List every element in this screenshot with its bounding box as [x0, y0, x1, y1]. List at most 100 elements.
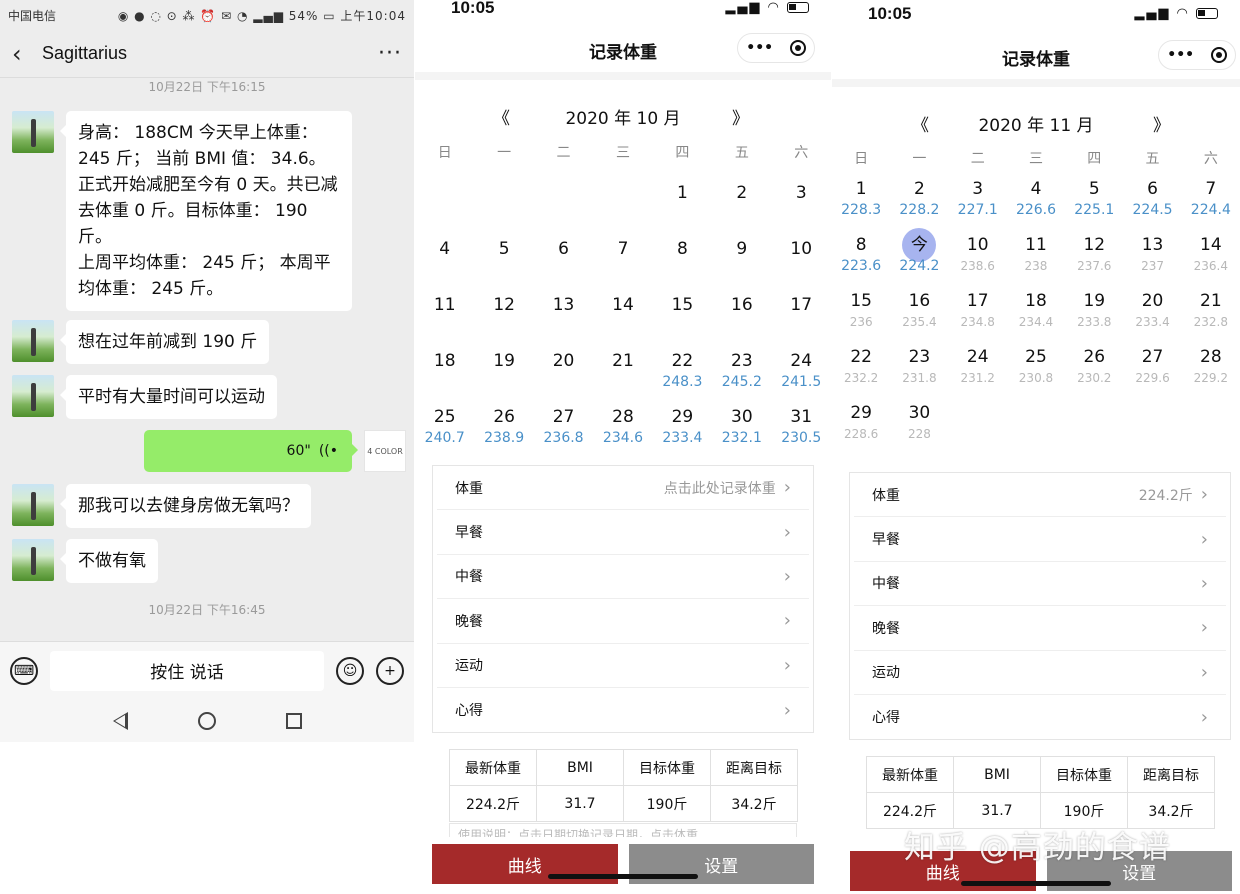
calendar-day[interactable]: 26 238.9	[474, 406, 533, 448]
calendar-day[interactable]: 27 229.6	[1123, 346, 1181, 388]
calendar-day[interactable]: 29 228.6	[832, 402, 890, 444]
calendar-day[interactable]: 22 232.2	[832, 346, 890, 388]
avatar[interactable]	[12, 484, 54, 526]
calendar-day[interactable]: 14	[593, 294, 652, 316]
calendar-day[interactable]: 24 231.2	[949, 346, 1007, 388]
calendar-day[interactable]: 23 231.8	[890, 346, 948, 388]
more-options-icon[interactable]: •••	[1167, 47, 1194, 63]
avatar[interactable]	[12, 539, 54, 581]
calendar-day[interactable]: 4	[415, 238, 474, 260]
calendar-day[interactable]: 12	[474, 294, 533, 316]
form-row[interactable]: 晚餐 ›	[437, 599, 809, 644]
calendar-day[interactable]: 18 234.4	[1007, 290, 1065, 332]
calendar-day[interactable]: 22 248.3	[653, 350, 712, 392]
calendar-day[interactable]: 4 226.6	[1007, 178, 1065, 220]
message-bubble[interactable]: 不做有氧	[60, 539, 158, 583]
next-month-button[interactable]: 》	[1153, 111, 1170, 136]
form-row[interactable]: 运动 ›	[854, 651, 1226, 695]
calendar-day[interactable]: 27 236.8	[534, 406, 593, 448]
calendar-day[interactable]: 1	[653, 182, 712, 204]
next-month-button[interactable]: 》	[732, 104, 749, 129]
calendar-day[interactable]: 10 238.6	[949, 234, 1007, 276]
close-miniprogram-icon[interactable]	[789, 40, 806, 56]
calendar-day-selected[interactable]: 今 224.2	[890, 228, 948, 276]
calendar-day[interactable]: 2	[712, 182, 771, 204]
message-bubble[interactable]: 身高： 188CM 今天早上体重： 245 斤； 当前 BMI 值： 34.6。…	[60, 111, 352, 311]
calendar-day[interactable]: 6 224.5	[1123, 178, 1181, 220]
calendar-day[interactable]: 13 237	[1123, 234, 1181, 276]
calendar-day[interactable]: 21 232.8	[1182, 290, 1240, 332]
calendar-day[interactable]: 5	[474, 238, 533, 260]
calendar-day[interactable]: 7	[593, 238, 652, 260]
form-row[interactable]: 心得 ›	[437, 688, 809, 732]
calendar-day[interactable]: 19	[474, 350, 533, 392]
calendar-day[interactable]: 11 238	[1007, 234, 1065, 276]
calendar-day[interactable]: 20 233.4	[1123, 290, 1181, 332]
calendar-day[interactable]: 16 235.4	[890, 290, 948, 332]
form-row[interactable]: 晚餐 ›	[854, 606, 1226, 651]
calendar-day[interactable]: 29 233.4	[653, 406, 712, 448]
nav-home-icon[interactable]	[197, 711, 216, 730]
prev-month-button[interactable]: 《	[493, 104, 510, 129]
calendar-day[interactable]: 24 241.5	[772, 350, 831, 392]
calendar-day[interactable]: 5 225.1	[1065, 178, 1123, 220]
calendar-day[interactable]: 8	[653, 238, 712, 260]
calendar-day[interactable]: 3 227.1	[949, 178, 1007, 220]
form-row[interactable]: 心得 ›	[854, 695, 1226, 739]
nav-recent-icon[interactable]	[285, 712, 302, 729]
form-row[interactable]: 早餐 ›	[854, 517, 1226, 562]
calendar-day[interactable]: 28 234.6	[593, 406, 652, 448]
emoji-icon[interactable]: ☺	[336, 656, 364, 685]
message-bubble[interactable]: 想在过年前减到 190 斤	[59, 320, 270, 364]
calendar-day[interactable]: 11	[415, 294, 474, 316]
nav-back-icon[interactable]	[112, 711, 128, 730]
calendar-day[interactable]: 26 230.2	[1065, 346, 1123, 388]
form-row[interactable]: 体重 224.2斤 ›	[854, 473, 1226, 518]
calendar-day[interactable]: 14 236.4	[1182, 234, 1240, 276]
more-options-icon[interactable]: •••	[746, 40, 773, 56]
calendar-day[interactable]: 15 236	[832, 290, 890, 332]
calendar-day[interactable]: 12 237.6	[1065, 234, 1123, 276]
avatar[interactable]	[12, 111, 54, 153]
calendar-day[interactable]: 17	[772, 294, 831, 316]
calendar-day[interactable]: 13	[534, 294, 593, 316]
calendar-day[interactable]: 25 230.8	[1007, 346, 1065, 388]
back-arrow-icon[interactable]: ‹	[12, 40, 40, 68]
calendar-day[interactable]: 8 223.6	[832, 234, 890, 276]
avatar[interactable]	[12, 320, 54, 362]
form-row[interactable]: 运动 ›	[437, 644, 809, 688]
calendar-day[interactable]: 10	[772, 238, 831, 260]
prev-month-button[interactable]: 《	[912, 111, 929, 136]
calendar-day[interactable]: 15	[653, 294, 712, 316]
calendar-day[interactable]: 25 240.7	[415, 406, 474, 448]
calendar-day[interactable]: 2 228.2	[890, 178, 948, 220]
plus-icon[interactable]: +	[376, 656, 404, 685]
calendar-day[interactable]: 16	[712, 294, 771, 316]
form-row[interactable]: 早餐 ›	[437, 510, 809, 555]
voice-keyboard-toggle-icon[interactable]: ⌨	[10, 656, 38, 685]
message-bubble[interactable]: 那我可以去健身房做无氧吗？	[60, 484, 311, 528]
calendar-day[interactable]: 7 224.4	[1182, 178, 1240, 220]
avatar[interactable]	[12, 375, 54, 417]
close-miniprogram-icon[interactable]	[1210, 47, 1227, 63]
calendar-day[interactable]: 31 230.5	[772, 406, 831, 448]
home-indicator[interactable]	[548, 874, 698, 879]
calendar-day[interactable]: 9	[712, 238, 771, 260]
form-row[interactable]: 中餐 ›	[437, 555, 809, 600]
more-options-icon[interactable]: ···	[378, 41, 402, 66]
self-avatar[interactable]: 4 COLOR	[364, 430, 406, 472]
calendar-day[interactable]: 23 245.2	[712, 350, 771, 392]
voice-message-bubble[interactable]: 60" ((•	[144, 430, 358, 472]
home-indicator[interactable]	[961, 881, 1111, 886]
form-row[interactable]: 中餐 ›	[854, 562, 1226, 607]
calendar-day[interactable]: 28 229.2	[1182, 346, 1240, 388]
calendar-day[interactable]: 6	[534, 238, 593, 260]
calendar-day[interactable]: 17 234.8	[949, 290, 1007, 332]
hold-to-talk-button[interactable]: 按住 说话	[50, 650, 324, 691]
calendar-day[interactable]: 30 232.1	[712, 406, 771, 448]
calendar-day[interactable]: 19 233.8	[1065, 290, 1123, 332]
form-row[interactable]: 体重 点击此处记录体重 ›	[437, 466, 809, 511]
calendar-day[interactable]: 20	[534, 350, 593, 392]
calendar-day[interactable]: 3	[772, 182, 831, 204]
message-bubble[interactable]: 平时有大量时间可以运动	[60, 375, 277, 419]
